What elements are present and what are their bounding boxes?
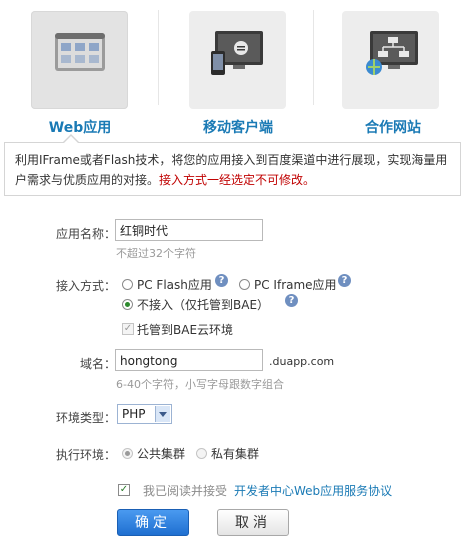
exec-radio-private[interactable] <box>196 448 207 459</box>
description-warning: 接入方式一经选定不可修改。 <box>159 173 316 187</box>
app-name-input[interactable]: 红铜时代 <box>115 219 263 241</box>
access-method-label: 接入方式： <box>56 279 117 293</box>
pc-iframe-help-icon[interactable]: ? <box>338 274 351 287</box>
tab-web-app[interactable]: Web应用 <box>5 0 155 142</box>
app-type-tabs: Web应用 移动客户端 合作网站 <box>0 0 471 142</box>
access-radio-pc-flash[interactable] <box>122 279 133 290</box>
description-box: 利用IFrame或者Flash技术，将您的应用接入到百度渠道中进行展现，实现海量… <box>4 142 461 196</box>
exec-env-label: 执行环境： <box>56 448 117 462</box>
env-type-select[interactable]: PHP <box>117 404 172 424</box>
tab-label: 合作网站 <box>365 120 421 136</box>
agreement-text: 我已阅读并接受 <box>143 484 228 498</box>
tab-partner-site[interactable]: 合作网站 <box>318 0 468 142</box>
web-app-icon <box>55 33 105 71</box>
mobile-client-icon <box>211 31 263 75</box>
host-bae-label: 托管到BAE云环境 <box>137 323 234 337</box>
access-option-pc-iframe: PC Iframe应用 <box>254 278 337 292</box>
access-radio-pc-iframe[interactable] <box>239 279 250 290</box>
access-option-none: 不接入（仅托管到BAE） <box>137 298 270 312</box>
tab-label: 移动客户端 <box>203 120 273 136</box>
description-text: 利用IFrame或者Flash技术，将您的应用接入到百度渠道中进行展现，实现海量… <box>15 150 455 190</box>
tab-divider <box>313 10 314 105</box>
domain-suffix: .duapp.com <box>269 355 335 368</box>
pc-flash-help-icon[interactable]: ? <box>215 274 228 287</box>
agreement-checkbox[interactable]: ✓ <box>118 484 130 496</box>
description-pointer-inner <box>64 136 78 143</box>
app-name-hint: 不超过32个字符 <box>116 247 196 260</box>
access-radio-none[interactable] <box>122 299 133 310</box>
tab-mobile-client[interactable]: 移动客户端 <box>163 0 313 142</box>
access-option-pc-flash: PC Flash应用 <box>137 278 212 292</box>
cancel-button[interactable]: 取消 <box>217 509 289 536</box>
domain-input[interactable]: hongtong <box>115 349 263 371</box>
partner-site-icon <box>366 31 418 75</box>
chevron-down-icon[interactable] <box>155 406 170 422</box>
env-type-label: 环境类型： <box>56 411 117 425</box>
tab-divider <box>158 10 159 105</box>
no-access-help-icon[interactable]: ? <box>285 294 298 307</box>
exec-option-private: 私有集群 <box>211 447 260 461</box>
tab-label: Web应用 <box>48 120 112 136</box>
exec-option-public: 公共集群 <box>137 447 186 461</box>
exec-radio-public[interactable] <box>122 448 133 459</box>
domain-hint: 6-40个字符，小写字母跟数字组合 <box>116 378 284 391</box>
confirm-button[interactable]: 确定 <box>117 509 189 536</box>
domain-label: 域名： <box>80 357 117 371</box>
app-name-label: 应用名称： <box>56 227 117 241</box>
agreement-link[interactable]: 开发者中心Web应用服务协议 <box>234 482 392 499</box>
host-bae-checkbox[interactable]: ✓ <box>122 323 134 335</box>
env-type-value: PHP <box>122 407 146 421</box>
